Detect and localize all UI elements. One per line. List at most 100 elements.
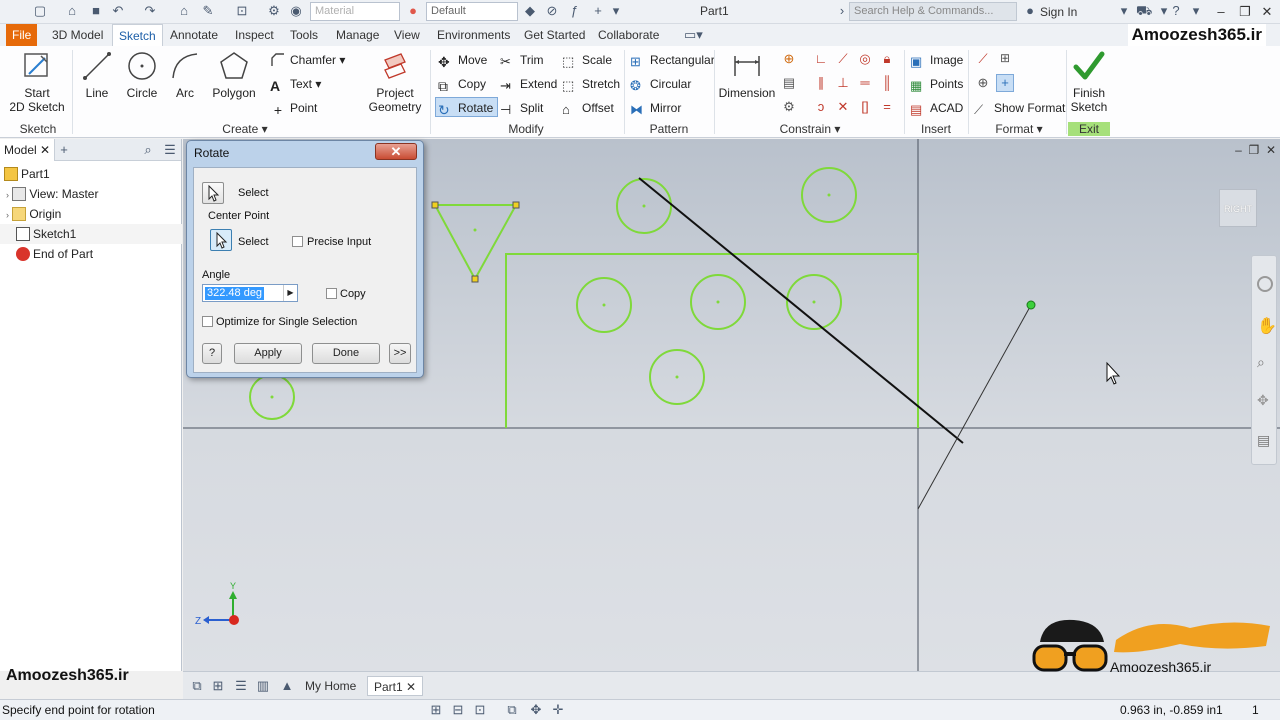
pan-hand-icon[interactable]: ✋ <box>1257 316 1277 336</box>
browser-menu-icon[interactable]: ☰ <box>162 142 178 158</box>
center-point-select-button[interactable] <box>210 229 232 251</box>
qat-dropdown-icon[interactable]: ▾ <box>608 3 624 19</box>
done-button[interactable]: Done <box>312 343 380 364</box>
doc-tab-my-home[interactable]: My Home <box>299 676 362 696</box>
tab-list-icon[interactable]: ▲ <box>279 678 295 694</box>
coincident-constraint-icon[interactable]: ∟ <box>812 50 830 68</box>
sketch-triangle[interactable] <box>433 204 518 282</box>
triangle-vertex-handle[interactable] <box>512 201 520 209</box>
insert-points-button[interactable]: ▦ Points <box>910 74 963 94</box>
copy-button[interactable]: ⧉ Copy <box>438 74 486 94</box>
optimize-checkbox[interactable] <box>202 316 213 327</box>
move-button[interactable]: ✥ Move <box>438 50 487 70</box>
scale-button[interactable]: ⬚ Scale <box>562 50 612 70</box>
line-button[interactable]: Line <box>78 50 116 100</box>
dialog-close-button[interactable]: ✕ <box>375 143 417 160</box>
redo-icon[interactable]: ↷ <box>142 3 158 19</box>
search-expand-icon[interactable]: › <box>834 3 850 19</box>
construction-icon[interactable]: ⟋ <box>974 50 992 68</box>
zoom-icon[interactable]: ⌕ <box>1257 354 1265 371</box>
tile-grid-icon[interactable]: ⊞ <box>210 678 226 694</box>
steering-wheel-icon[interactable] <box>1257 276 1273 292</box>
update-icon[interactable]: ✎ <box>200 3 216 19</box>
sketch-rectangle[interactable] <box>505 253 919 428</box>
tree-item-view-master[interactable]: › View: Master <box>0 184 182 204</box>
cart-icon[interactable]: ⛟ <box>1136 3 1152 19</box>
split-button[interactable]: ⊣ Split <box>500 98 543 118</box>
orbit-icon[interactable]: ✥ <box>1257 392 1269 409</box>
tree-item-sketch1[interactable]: Sketch1 <box>0 224 182 244</box>
vertical-constraint-icon[interactable]: ║ <box>878 74 896 92</box>
finish-sketch-button[interactable]: Finish Sketch <box>1066 50 1112 114</box>
tab-collaborate[interactable]: Collaborate <box>592 24 665 46</box>
sign-in-link[interactable]: Sign In <box>1040 5 1077 19</box>
offset-button[interactable]: ⌂ Offset <box>562 98 614 118</box>
close-button[interactable]: ✕ <box>1258 3 1276 20</box>
symmetric-constraint-icon[interactable]: [] <box>856 98 874 116</box>
polygon-button[interactable]: Polygon <box>210 50 258 100</box>
constraint-settings-icon[interactable]: ⚙ <box>780 98 798 116</box>
start-2d-sketch-button[interactable]: Start 2D Sketch <box>8 50 66 114</box>
mirror-button[interactable]: ⧓ Mirror <box>630 98 681 118</box>
adjust-icon[interactable]: ◆ <box>522 3 538 19</box>
browser-tab-model[interactable]: Model ✕ <box>0 139 56 161</box>
rotate-button[interactable]: ↻ Rotate <box>435 97 499 118</box>
appearance-combo[interactable]: Default <box>426 2 518 21</box>
plus-icon[interactable]: + <box>590 3 606 19</box>
apply-button[interactable]: Apply <box>234 343 302 364</box>
tab-manage[interactable]: Manage <box>330 24 385 46</box>
tab-environments[interactable]: Environments <box>431 24 516 46</box>
clear-appearance-icon[interactable]: ⊘ <box>544 3 560 19</box>
tab-file[interactable]: File <box>6 24 38 46</box>
material-combo[interactable]: Material <box>310 2 400 21</box>
panel-label-constrain[interactable]: Constrain ▾ <box>770 122 850 136</box>
chamfer-button[interactable]: Chamfer ▾ <box>270 50 345 70</box>
status-tool-icon[interactable]: ⊡ <box>472 702 488 718</box>
circle-button[interactable]: Circle <box>122 50 162 100</box>
tab-get-started[interactable]: Get Started <box>518 24 591 46</box>
collinear-constraint-icon[interactable]: ⟋ <box>834 50 852 68</box>
status-tool-icon[interactable]: ✛ <box>550 702 566 718</box>
tree-item-origin[interactable]: › Origin <box>0 204 182 224</box>
help-search-input[interactable]: Search Help & Commands... <box>849 2 1017 21</box>
project-geometry-button[interactable]: Project Geometry <box>364 50 426 114</box>
driven-dimension-icon[interactable]: + <box>996 74 1014 92</box>
browser-search-icon[interactable]: ⌕ <box>140 142 156 158</box>
add-browser-tab-icon[interactable]: + <box>56 142 72 158</box>
ribbon-options-icon[interactable]: ▭▾ <box>684 27 703 43</box>
panel-label-create[interactable]: Create ▾ <box>200 122 290 136</box>
tile-vertical-icon[interactable]: ▥ <box>255 678 271 694</box>
restore-button[interactable]: ❐ <box>1236 3 1254 20</box>
trim-button[interactable]: ✂ Trim <box>500 50 544 70</box>
show-constraints-icon[interactable]: ▤ <box>780 74 798 92</box>
tab-3d-model[interactable]: 3D Model <box>46 24 109 46</box>
close-tab-icon[interactable]: ✕ <box>406 680 416 694</box>
insert-acad-button[interactable]: ▤ ACAD <box>910 98 963 118</box>
tab-sketch[interactable]: Sketch <box>112 24 163 46</box>
help-dropdown-icon[interactable]: ▾ <box>1188 3 1204 19</box>
triangle-vertex-handle[interactable] <box>471 275 479 283</box>
stretch-button[interactable]: ⬚ Stretch <box>562 74 620 94</box>
point-button[interactable]: + Point <box>270 98 317 118</box>
insert-image-button[interactable]: ▣ Image <box>910 50 963 70</box>
tab-tools[interactable]: Tools <box>284 24 324 46</box>
smooth-constraint-icon[interactable]: ✕ <box>834 98 852 116</box>
status-tool-icon[interactable]: ✥ <box>528 702 544 718</box>
user-icon[interactable]: ● <box>1022 3 1038 19</box>
viewport-window-controls[interactable]: – ❐ ✕ <box>1235 143 1276 157</box>
text-button[interactable]: A Text ▾ <box>270 74 321 94</box>
equal-constraint-icon[interactable]: = <box>878 98 896 116</box>
open-folder-icon[interactable]: ⌂ <box>64 3 80 19</box>
tab-inspect[interactable]: Inspect <box>229 24 280 46</box>
precise-input-checkbox[interactable] <box>292 236 303 247</box>
centerline-icon[interactable]: ⊞ <box>996 50 1014 68</box>
more-options-button[interactable]: >> <box>389 343 411 364</box>
view-face-icon[interactable]: ▤ <box>1257 432 1270 449</box>
color-wheel-icon[interactable]: ● <box>405 3 421 19</box>
arc-button[interactable]: Arc <box>168 50 202 100</box>
tree-item-part1[interactable]: Part1 <box>0 164 182 184</box>
viewcube[interactable]: RIGHT <box>1219 189 1257 227</box>
signin-dropdown-icon[interactable]: ▾ <box>1116 3 1132 19</box>
triangle-vertex-handle[interactable] <box>431 201 439 209</box>
auto-dimension-icon[interactable]: ⊕ <box>780 50 798 68</box>
